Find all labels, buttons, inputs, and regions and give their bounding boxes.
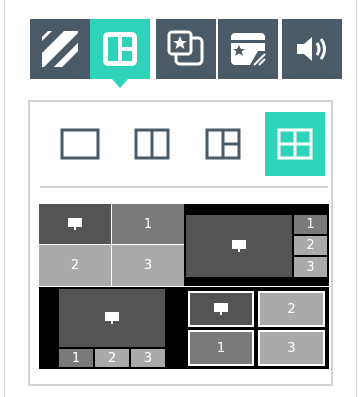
layout-panels-icon [103, 32, 137, 66]
monitor-icon [68, 218, 82, 230]
star-import-button[interactable] [156, 19, 216, 79]
cell-3: 3 [131, 349, 165, 367]
cell-3: 3 [112, 245, 184, 286]
star-square-icon [167, 30, 204, 66]
speaker-volume-icon [297, 37, 326, 61]
main-screen-cell [186, 215, 292, 277]
monitor-icon [214, 303, 228, 315]
stripes-button[interactable] [30, 19, 90, 79]
cell-1: 1 [59, 349, 93, 367]
two-pane-icon [134, 128, 170, 160]
preview-bordered-quad[interactable]: 2 1 3 [184, 287, 329, 369]
monitor-icon [105, 312, 119, 324]
layout-option-three[interactable] [193, 112, 253, 176]
main-screen-cell [188, 291, 254, 327]
stripes-icon [42, 31, 78, 67]
layout-option-quad[interactable] [265, 112, 325, 176]
volume-button[interactable] [282, 19, 342, 79]
top-toolbar [0, 0, 361, 100]
cell-2: 2 [294, 236, 327, 255]
cell-2: 2 [258, 291, 325, 327]
main-screen-cell [39, 204, 111, 244]
preview-main-three-bottom[interactable]: 1 2 3 [39, 287, 184, 369]
monitor-icon [232, 240, 246, 252]
cell-2: 2 [95, 349, 129, 367]
cell-3: 3 [294, 257, 327, 277]
star-window-button[interactable] [218, 19, 278, 79]
cell-3: 3 [258, 330, 325, 366]
main-screen-cell [59, 289, 165, 347]
layout-option-two[interactable] [122, 112, 182, 176]
layout-button[interactable] [90, 19, 150, 88]
preview-quad-grid[interactable]: 1 2 3 [39, 204, 184, 286]
cell-1: 1 [188, 330, 254, 366]
quad-pane-icon [277, 128, 313, 160]
cell-1: 1 [294, 215, 327, 234]
layout-option-single[interactable] [50, 112, 110, 176]
preview-main-three-right[interactable]: 1 2 3 [184, 204, 329, 286]
cell-2: 2 [39, 245, 111, 286]
three-pane-icon [205, 128, 241, 160]
star-window-icon [231, 33, 266, 66]
cell-1: 1 [112, 204, 184, 244]
single-pane-icon [60, 128, 100, 160]
divider [40, 186, 328, 188]
